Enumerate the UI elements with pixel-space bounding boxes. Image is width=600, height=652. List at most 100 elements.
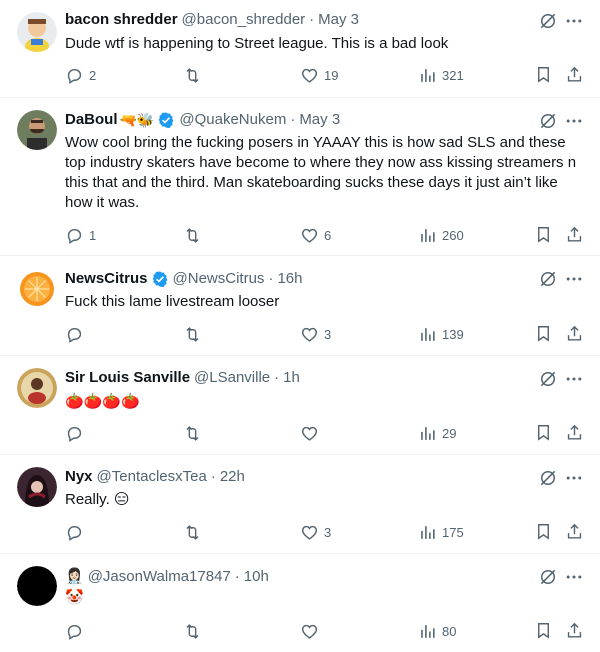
- repost-button[interactable]: [183, 324, 207, 344]
- avatar[interactable]: [17, 269, 57, 309]
- like-button[interactable]: 19: [300, 65, 338, 85]
- reply-button[interactable]: [65, 522, 89, 542]
- repost-button[interactable]: [183, 621, 207, 641]
- tweet[interactable]: 👩🏻‍⚕️ @JasonWalma17847 · 10h 🤡 80: [0, 554, 600, 652]
- grok-icon[interactable]: [538, 111, 558, 131]
- grok-icon[interactable]: [538, 269, 558, 289]
- like-button[interactable]: 3: [300, 324, 331, 344]
- tweet[interactable]: DaBoul 🔫🐝 @QuakeNukem · May 3 Wow cool b…: [0, 98, 600, 256]
- bookmark-icon[interactable]: [534, 65, 554, 85]
- reply-icon: [65, 622, 84, 641]
- more-icon[interactable]: [564, 567, 584, 587]
- like-button[interactable]: 3: [300, 522, 331, 542]
- reply-button[interactable]: [65, 621, 89, 641]
- views-button[interactable]: 80: [418, 621, 456, 641]
- author-handle[interactable]: @bacon_shredder: [182, 10, 306, 30]
- tweet[interactable]: Nyx @TentaclesxTea · 22h Really. 😑 3 175: [0, 455, 600, 554]
- repost-icon: [183, 523, 202, 542]
- tweet-text: Dude wtf is happening to Street league. …: [65, 35, 449, 52]
- grok-icon[interactable]: [538, 567, 558, 587]
- author-handle[interactable]: @TentaclesxTea: [97, 467, 207, 487]
- tweet-text: Really. 😑: [65, 491, 130, 508]
- timestamp[interactable]: 1h: [283, 368, 300, 388]
- author-name[interactable]: 👩🏻‍⚕️: [65, 567, 84, 587]
- like-count: 3: [324, 326, 332, 342]
- share-icon[interactable]: [565, 65, 585, 85]
- share-icon[interactable]: [565, 324, 585, 344]
- separator-dot: ·: [290, 111, 296, 128]
- like-count: 19: [324, 67, 339, 83]
- more-icon[interactable]: [564, 369, 584, 389]
- repost-icon: [183, 424, 202, 443]
- author-handle[interactable]: @JasonWalma17847: [88, 567, 231, 587]
- repost-button[interactable]: [183, 65, 207, 85]
- like-button[interactable]: 6: [300, 225, 331, 245]
- share-icon[interactable]: [565, 423, 585, 443]
- grok-icon[interactable]: [538, 468, 558, 488]
- bookmark-icon[interactable]: [534, 423, 554, 443]
- share-icon[interactable]: [565, 621, 585, 641]
- like-button[interactable]: [300, 621, 324, 641]
- views-count: 175: [442, 524, 464, 540]
- timestamp[interactable]: 16h: [277, 269, 302, 289]
- views-button[interactable]: 260: [418, 225, 464, 245]
- avatar[interactable]: [17, 566, 57, 606]
- author-name[interactable]: Sir Louis Sanville: [65, 368, 190, 388]
- repost-button[interactable]: [183, 225, 207, 245]
- author-name[interactable]: DaBoul: [65, 110, 118, 130]
- reply-icon: [65, 226, 84, 245]
- timestamp[interactable]: 10h: [244, 567, 269, 587]
- views-icon: [418, 66, 437, 85]
- views-button[interactable]: 139: [418, 324, 464, 344]
- like-icon: [300, 523, 319, 542]
- views-button[interactable]: 29: [418, 423, 456, 443]
- grok-icon[interactable]: [538, 11, 558, 31]
- reply-button[interactable]: 1: [65, 225, 96, 245]
- views-count: 139: [442, 326, 464, 342]
- avatar[interactable]: [17, 12, 57, 52]
- timestamp[interactable]: May 3: [299, 110, 340, 130]
- tweet-text: 🤡: [65, 589, 84, 606]
- tweet[interactable]: NewsCitrus @NewsCitrus · 16h Fuck this l…: [0, 256, 600, 356]
- author-handle[interactable]: @NewsCitrus: [173, 269, 265, 289]
- bookmark-icon[interactable]: [534, 621, 554, 641]
- separator-dot: ·: [234, 568, 240, 585]
- reply-icon: [65, 523, 84, 542]
- timestamp[interactable]: 22h: [220, 467, 245, 487]
- avatar[interactable]: [17, 368, 57, 408]
- repost-button[interactable]: [183, 522, 207, 542]
- more-icon[interactable]: [564, 269, 584, 289]
- reply-button[interactable]: [65, 423, 89, 443]
- reply-count: 1: [89, 227, 97, 243]
- tweet-text: Fuck this lame livestream looser: [65, 293, 280, 310]
- author-name[interactable]: Nyx: [65, 467, 93, 487]
- views-button[interactable]: 175: [418, 522, 464, 542]
- reply-icon: [65, 66, 84, 85]
- author-handle[interactable]: @LSanville: [194, 368, 270, 388]
- avatar[interactable]: [17, 467, 57, 507]
- separator-dot: ·: [274, 369, 280, 386]
- author-name[interactable]: bacon shredder: [65, 10, 178, 30]
- share-icon[interactable]: [565, 522, 585, 542]
- like-count: 3: [324, 524, 332, 540]
- share-icon[interactable]: [565, 225, 585, 245]
- grok-icon[interactable]: [538, 369, 558, 389]
- tweet[interactable]: Sir Louis Sanville @LSanville · 1h 🍅🍅🍅🍅 …: [0, 356, 600, 455]
- timestamp[interactable]: May 3: [318, 10, 359, 30]
- bookmark-icon[interactable]: [534, 324, 554, 344]
- bookmark-icon[interactable]: [534, 522, 554, 542]
- more-icon[interactable]: [564, 111, 584, 131]
- author-name[interactable]: NewsCitrus: [65, 269, 148, 289]
- like-icon: [300, 226, 319, 245]
- more-icon[interactable]: [564, 468, 584, 488]
- bookmark-icon[interactable]: [534, 225, 554, 245]
- like-button[interactable]: [300, 423, 324, 443]
- tweet[interactable]: bacon shredder @bacon_shredder · May 3 D…: [0, 0, 600, 98]
- views-button[interactable]: 321: [418, 65, 464, 85]
- repost-button[interactable]: [183, 423, 207, 443]
- reply-button[interactable]: 2: [65, 65, 96, 85]
- more-icon[interactable]: [564, 11, 584, 31]
- avatar[interactable]: [17, 110, 57, 150]
- author-handle[interactable]: @QuakeNukem: [179, 110, 286, 130]
- reply-button[interactable]: [65, 324, 89, 344]
